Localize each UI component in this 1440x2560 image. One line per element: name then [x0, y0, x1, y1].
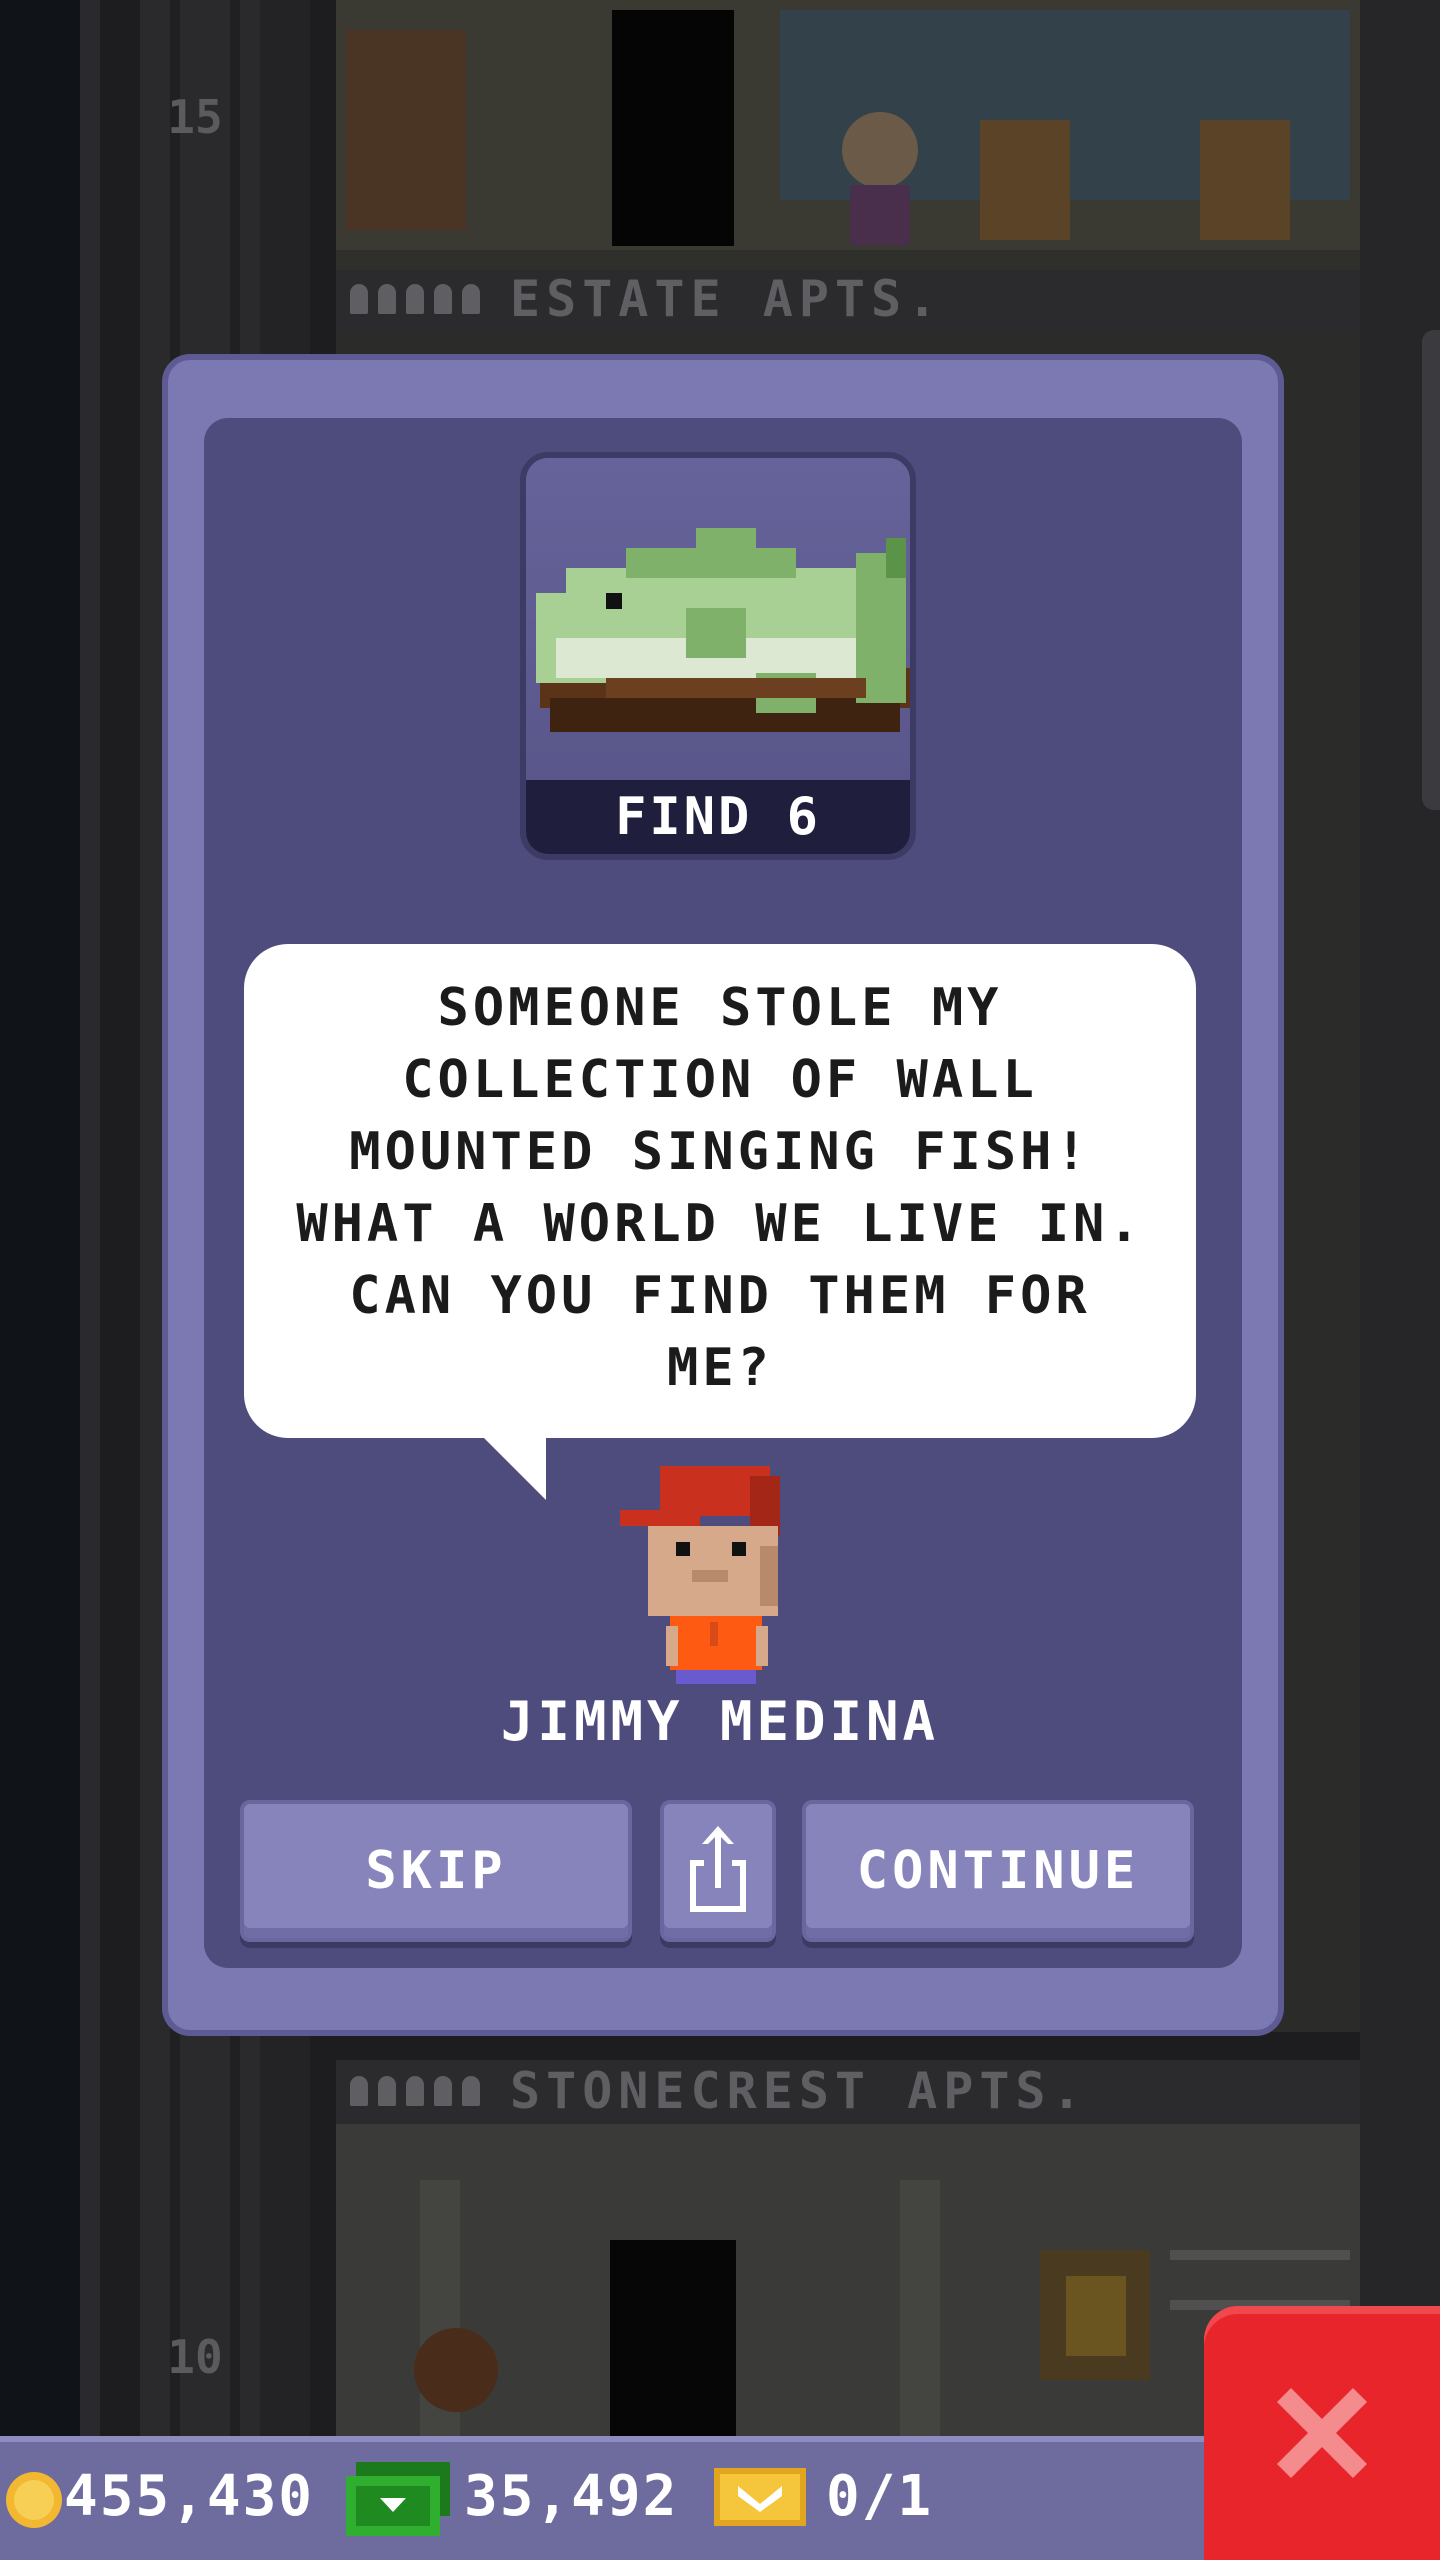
character-name: JIMMY MEDINA: [500, 1690, 940, 1753]
residents-icon: [340, 284, 480, 314]
floor-label-stonecrest-apts: STONECREST APTS.: [340, 2060, 1360, 2122]
bux-value: 35,492: [464, 2464, 679, 2529]
find-count-label: FIND 6: [526, 780, 910, 854]
floor-name: ESTATE APTS.: [510, 270, 944, 328]
floor-number-top: 15: [167, 90, 223, 144]
coin-icon: [6, 2472, 62, 2528]
status-bar: 455,430 35,492 0/1: [0, 2436, 1204, 2560]
singing-fish-icon: [536, 528, 910, 732]
bux-icon: [346, 2462, 450, 2536]
ticket-icon: [714, 2468, 806, 2526]
floor-label-estate-apts: ESTATE APTS.: [340, 268, 1360, 330]
floor-name: STONECREST APTS.: [510, 2062, 1088, 2120]
speech-bubble: SOMEONE STOLE MY COLLECTION OF WALL MOUN…: [244, 944, 1196, 1438]
mission-item-card: FIND 6: [520, 452, 916, 860]
share-button[interactable]: [660, 1800, 776, 1942]
close-button[interactable]: [1204, 2306, 1440, 2560]
side-menu-tab[interactable]: [1422, 330, 1440, 810]
coins-value: 455,430: [64, 2464, 315, 2529]
character-avatar-icon: [620, 1466, 780, 1684]
close-icon: [1277, 2388, 1367, 2478]
tickets-value: 0/1: [826, 2464, 934, 2529]
floor-number-bottom: 10: [167, 2330, 223, 2384]
mission-message: SOMEONE STOLE MY COLLECTION OF WALL MOUN…: [296, 978, 1144, 1398]
residents-icon: [340, 2076, 480, 2106]
speech-bubble-tail: [482, 1436, 546, 1500]
skip-button-label: SKIP: [365, 1841, 507, 1901]
skip-button[interactable]: SKIP: [240, 1800, 632, 1942]
continue-button[interactable]: CONTINUE: [802, 1800, 1194, 1942]
continue-button-label: CONTINUE: [856, 1841, 1140, 1901]
share-icon: [690, 1826, 746, 1912]
